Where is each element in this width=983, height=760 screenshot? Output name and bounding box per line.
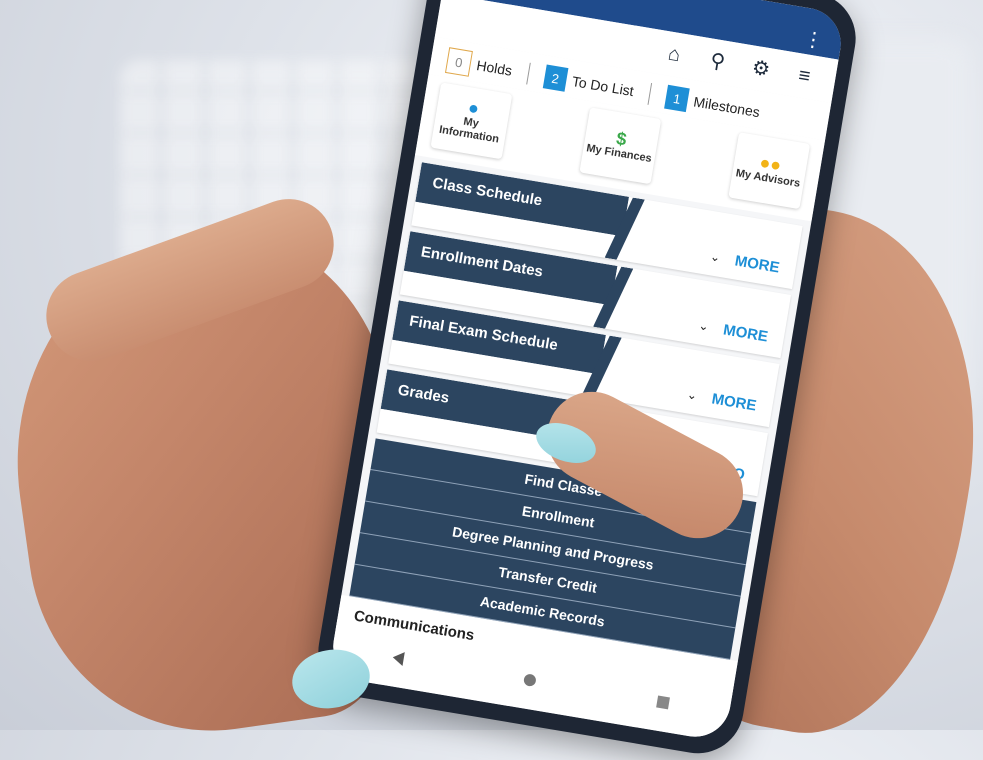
kebab-menu-icon[interactable]: ⋮ bbox=[802, 26, 826, 54]
person-icon: ● bbox=[466, 96, 481, 119]
search-icon[interactable]: ⚲ bbox=[705, 49, 730, 74]
holds-label: Holds bbox=[475, 57, 514, 79]
holds-count: 0 bbox=[444, 47, 473, 77]
divider bbox=[525, 62, 531, 85]
todo-count: 2 bbox=[542, 64, 569, 92]
tile-my-information[interactable]: ● My Information bbox=[430, 82, 513, 160]
chevron-down-icon[interactable]: ⌄ bbox=[709, 249, 721, 264]
dollar-icon: $ bbox=[614, 127, 629, 150]
chevron-down-icon[interactable]: ⌄ bbox=[698, 318, 710, 333]
todo-label: To Do List bbox=[570, 73, 635, 100]
gear-icon[interactable]: ⚙ bbox=[748, 56, 773, 82]
more-button[interactable]: MORE bbox=[722, 321, 769, 345]
home-icon[interactable]: ⌂ bbox=[661, 42, 686, 67]
tile-my-finances[interactable]: $ My Finances bbox=[579, 107, 662, 185]
tile-label: My Information bbox=[438, 115, 501, 146]
hamburger-menu-icon[interactable]: ≡ bbox=[792, 64, 817, 89]
home-button-icon[interactable] bbox=[523, 673, 538, 688]
chevron-down-icon[interactable]: ⌄ bbox=[686, 387, 698, 402]
tile-my-advisors[interactable]: ●● My Advisors bbox=[728, 132, 811, 210]
more-button[interactable]: MORE bbox=[710, 390, 757, 414]
milestones-count: 1 bbox=[664, 84, 690, 113]
people-icon: ●● bbox=[758, 151, 783, 175]
more-button[interactable]: MORE bbox=[734, 252, 781, 276]
milestones-label: Milestones bbox=[692, 93, 762, 121]
recent-apps-icon[interactable] bbox=[655, 695, 670, 710]
back-icon[interactable] bbox=[391, 650, 405, 666]
divider bbox=[647, 82, 653, 105]
